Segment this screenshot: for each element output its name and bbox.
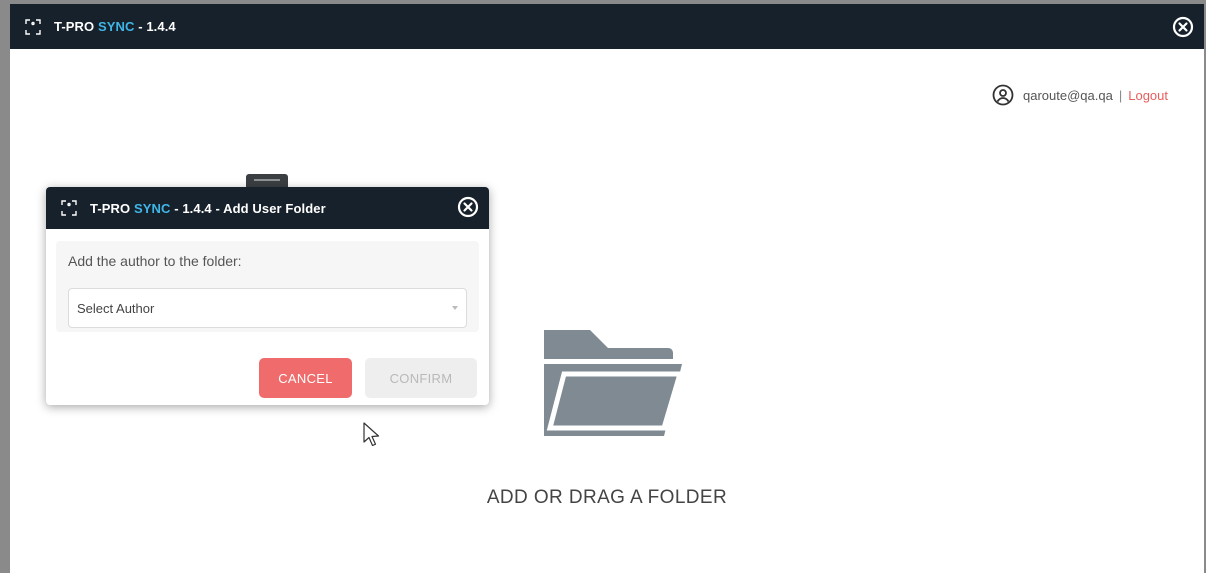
- cancel-button[interactable]: CANCEL: [259, 358, 352, 398]
- dialog-close-icon[interactable]: [457, 196, 479, 218]
- add-user-folder-dialog: T-PRO SYNC - 1.4.4 - Add User Folder Add…: [46, 187, 489, 405]
- window-title-prefix: T-PRO: [54, 19, 95, 34]
- user-email: qaroute@qa.qa: [1023, 87, 1113, 103]
- dialog-title-suffix: - 1.4.4 - Add User Folder: [170, 200, 326, 216]
- author-select-value: Select Author: [77, 300, 155, 316]
- window-close-icon[interactable]: [1172, 16, 1194, 38]
- title-bar: T-PRO SYNC - 1.4.4: [10, 4, 1204, 49]
- dialog-app-logo-icon: [60, 199, 78, 217]
- user-area: qaroute@qa.qa | Logout: [992, 84, 1168, 106]
- dialog-title-sync: SYNC: [133, 200, 171, 216]
- dialog-title-prefix: T-PRO: [90, 200, 131, 216]
- dialog-prompt: Add the author to the folder:: [68, 253, 242, 269]
- window-title: T-PRO SYNC - 1.4.4: [54, 19, 176, 34]
- user-avatar-icon: [992, 84, 1014, 106]
- window-title-sync: SYNC: [97, 19, 135, 34]
- window-title-suffix: - 1.4.4: [134, 19, 176, 34]
- app-logo-icon: [24, 18, 42, 36]
- dialog-title-bar: T-PRO SYNC - 1.4.4 - Add User Folder: [46, 187, 489, 229]
- chevron-down-icon: [452, 306, 458, 310]
- folder-open-icon[interactable]: [540, 328, 686, 436]
- confirm-button[interactable]: CONFIRM: [365, 358, 477, 398]
- dialog-drag-handle[interactable]: [246, 174, 288, 188]
- app-window: T-PRO SYNC - 1.4.4 qaroute@qa.qa | Logou…: [10, 4, 1204, 573]
- logout-link[interactable]: Logout: [1128, 88, 1168, 103]
- drop-folder-label: ADD OR DRAG A FOLDER: [486, 487, 728, 508]
- author-select[interactable]: Select Author: [68, 288, 467, 328]
- mouse-cursor-icon: [363, 422, 380, 448]
- dialog-body: Add the author to the folder: Select Aut…: [56, 241, 479, 332]
- dialog-title: T-PRO SYNC - 1.4.4 - Add User Folder: [90, 201, 326, 216]
- user-separator: |: [1118, 87, 1123, 103]
